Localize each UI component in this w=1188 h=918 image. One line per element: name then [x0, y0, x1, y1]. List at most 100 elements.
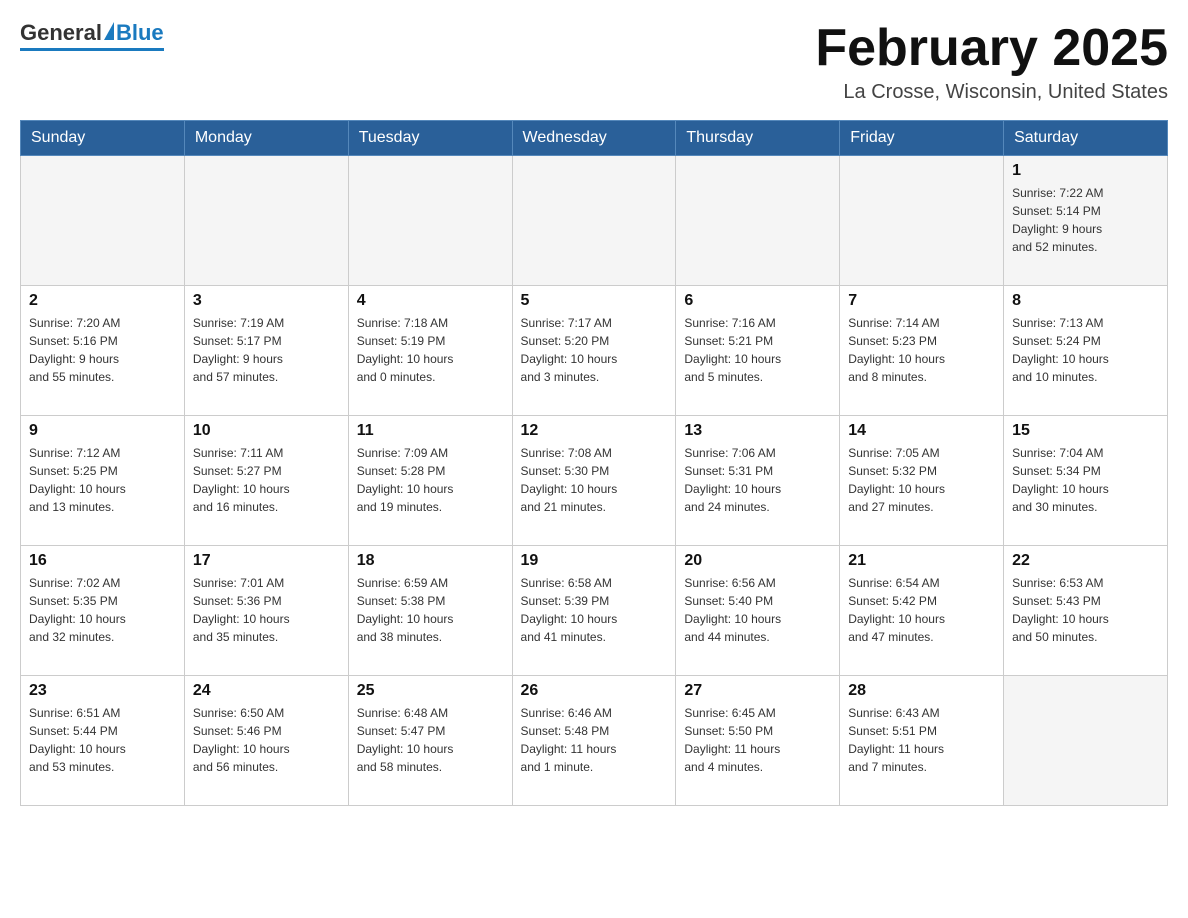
calendar-day-header: Monday	[184, 121, 348, 156]
calendar-cell: 25 Sunrise: 6:48 AM Sunset: 5:47 PM Dayli…	[348, 676, 512, 806]
calendar-cell	[512, 156, 676, 286]
day-number: 13	[684, 422, 831, 440]
day-info: Sunrise: 7:14 AM Sunset: 5:23 PM Dayligh…	[848, 314, 995, 386]
calendar-cell: 15 Sunrise: 7:04 AM Sunset: 5:34 PM Dayli…	[1004, 416, 1168, 546]
day-number: 6	[684, 292, 831, 310]
calendar-cell: 26Sunrise: 6:46 AM Sunset: 5:48 PM Dayli…	[512, 676, 676, 806]
day-info: Sunrise: 7:02 AM Sunset: 5:35 PM Dayligh…	[29, 574, 176, 646]
calendar-cell: 21 Sunrise: 6:54 AM Sunset: 5:42 PM Dayli…	[840, 546, 1004, 676]
day-number: 5	[521, 292, 668, 310]
calendar-cell: 17Sunrise: 7:01 AM Sunset: 5:36 PM Dayli…	[184, 546, 348, 676]
day-number: 18	[357, 552, 504, 570]
calendar-cell: 16 Sunrise: 7:02 AM Sunset: 5:35 PM Dayli…	[21, 546, 185, 676]
calendar-cell	[348, 156, 512, 286]
calendar-cell	[676, 156, 840, 286]
calendar-cell	[21, 156, 185, 286]
title-block: February 2025 La Crosse, Wisconsin, Unit…	[815, 20, 1168, 104]
calendar-day-header: Thursday	[676, 121, 840, 156]
day-number: 14	[848, 422, 995, 440]
calendar-cell: 9 Sunrise: 7:12 AM Sunset: 5:25 PM Daylig…	[21, 416, 185, 546]
calendar-cell: 7 Sunrise: 7:14 AM Sunset: 5:23 PM Daylig…	[840, 286, 1004, 416]
calendar-cell: 22 Sunrise: 6:53 AM Sunset: 5:43 PM Dayli…	[1004, 546, 1168, 676]
calendar-cell: 11 Sunrise: 7:09 AM Sunset: 5:28 PM Dayli…	[348, 416, 512, 546]
day-number: 28	[848, 682, 995, 700]
calendar-cell: 8Sunrise: 7:13 AM Sunset: 5:24 PM Daylig…	[1004, 286, 1168, 416]
calendar-table: SundayMondayTuesdayWednesdayThursdayFrid…	[20, 120, 1168, 806]
calendar-cell: 13 Sunrise: 7:06 AM Sunset: 5:31 PM Dayli…	[676, 416, 840, 546]
day-number: 16	[29, 552, 176, 570]
calendar-day-header: Tuesday	[348, 121, 512, 156]
page-header: General Blue February 2025 La Crosse, Wi…	[20, 20, 1168, 104]
day-number: 3	[193, 292, 340, 310]
day-number: 15	[1012, 422, 1159, 440]
logo-blue-text: Blue	[116, 20, 164, 46]
day-info: Sunrise: 7:12 AM Sunset: 5:25 PM Dayligh…	[29, 444, 176, 516]
day-info: Sunrise: 6:50 AM Sunset: 5:46 PM Dayligh…	[193, 704, 340, 776]
calendar-cell	[1004, 676, 1168, 806]
calendar-cell: 23 Sunrise: 6:51 AM Sunset: 5:44 PM Dayli…	[21, 676, 185, 806]
day-info: Sunrise: 7:17 AM Sunset: 5:20 PM Dayligh…	[521, 314, 668, 386]
day-number: 7	[848, 292, 995, 310]
calendar-cell: 14 Sunrise: 7:05 AM Sunset: 5:32 PM Dayli…	[840, 416, 1004, 546]
day-number: 12	[521, 422, 668, 440]
day-info: Sunrise: 7:20 AM Sunset: 5:16 PM Dayligh…	[29, 314, 176, 386]
calendar-cell: 10Sunrise: 7:11 AM Sunset: 5:27 PM Dayli…	[184, 416, 348, 546]
day-info: Sunrise: 6:51 AM Sunset: 5:44 PM Dayligh…	[29, 704, 176, 776]
day-info: Sunrise: 7:18 AM Sunset: 5:19 PM Dayligh…	[357, 314, 504, 386]
calendar-cell: 3 Sunrise: 7:19 AM Sunset: 5:17 PM Daylig…	[184, 286, 348, 416]
day-info: Sunrise: 7:04 AM Sunset: 5:34 PM Dayligh…	[1012, 444, 1159, 516]
day-number: 19	[521, 552, 668, 570]
calendar-week-row: 16 Sunrise: 7:02 AM Sunset: 5:35 PM Dayli…	[21, 546, 1168, 676]
calendar-week-row: 23 Sunrise: 6:51 AM Sunset: 5:44 PM Dayli…	[21, 676, 1168, 806]
calendar-cell: 18 Sunrise: 6:59 AM Sunset: 5:38 PM Dayli…	[348, 546, 512, 676]
day-number: 1	[1012, 162, 1159, 180]
day-info: Sunrise: 6:53 AM Sunset: 5:43 PM Dayligh…	[1012, 574, 1159, 646]
day-number: 22	[1012, 552, 1159, 570]
calendar-day-header: Saturday	[1004, 121, 1168, 156]
day-number: 26	[521, 682, 668, 700]
calendar-cell: 4 Sunrise: 7:18 AM Sunset: 5:19 PM Daylig…	[348, 286, 512, 416]
day-number: 11	[357, 422, 504, 440]
calendar-day-header: Friday	[840, 121, 1004, 156]
day-number: 23	[29, 682, 176, 700]
logo: General Blue	[20, 20, 164, 51]
logo-triangle-icon	[104, 22, 114, 40]
day-info: Sunrise: 6:48 AM Sunset: 5:47 PM Dayligh…	[357, 704, 504, 776]
day-info: Sunrise: 7:08 AM Sunset: 5:30 PM Dayligh…	[521, 444, 668, 516]
day-info: Sunrise: 7:09 AM Sunset: 5:28 PM Dayligh…	[357, 444, 504, 516]
day-info: Sunrise: 6:58 AM Sunset: 5:39 PM Dayligh…	[521, 574, 668, 646]
day-number: 24	[193, 682, 340, 700]
calendar-cell: 12 Sunrise: 7:08 AM Sunset: 5:30 PM Dayli…	[512, 416, 676, 546]
day-number: 8	[1012, 292, 1159, 310]
month-title: February 2025	[815, 20, 1168, 77]
calendar-cell: 6 Sunrise: 7:16 AM Sunset: 5:21 PM Daylig…	[676, 286, 840, 416]
day-info: Sunrise: 6:59 AM Sunset: 5:38 PM Dayligh…	[357, 574, 504, 646]
day-info: Sunrise: 6:43 AM Sunset: 5:51 PM Dayligh…	[848, 704, 995, 776]
day-info: Sunrise: 7:05 AM Sunset: 5:32 PM Dayligh…	[848, 444, 995, 516]
calendar-cell: 5 Sunrise: 7:17 AM Sunset: 5:20 PM Daylig…	[512, 286, 676, 416]
calendar-cell: 24 Sunrise: 6:50 AM Sunset: 5:46 PM Dayli…	[184, 676, 348, 806]
day-number: 27	[684, 682, 831, 700]
day-info: Sunrise: 7:19 AM Sunset: 5:17 PM Dayligh…	[193, 314, 340, 386]
logo-general-text: General	[20, 20, 102, 46]
day-number: 21	[848, 552, 995, 570]
calendar-cell: 2Sunrise: 7:20 AM Sunset: 5:16 PM Daylig…	[21, 286, 185, 416]
day-number: 10	[193, 422, 340, 440]
calendar-cell: 20 Sunrise: 6:56 AM Sunset: 5:40 PM Dayli…	[676, 546, 840, 676]
calendar-cell: 1Sunrise: 7:22 AM Sunset: 5:14 PM Daylig…	[1004, 156, 1168, 286]
day-info: Sunrise: 7:06 AM Sunset: 5:31 PM Dayligh…	[684, 444, 831, 516]
day-info: Sunrise: 6:54 AM Sunset: 5:42 PM Dayligh…	[848, 574, 995, 646]
calendar-cell	[840, 156, 1004, 286]
calendar-week-row: 9 Sunrise: 7:12 AM Sunset: 5:25 PM Daylig…	[21, 416, 1168, 546]
day-info: Sunrise: 6:56 AM Sunset: 5:40 PM Dayligh…	[684, 574, 831, 646]
calendar-header-row: SundayMondayTuesdayWednesdayThursdayFrid…	[21, 121, 1168, 156]
day-number: 9	[29, 422, 176, 440]
day-number: 25	[357, 682, 504, 700]
day-info: Sunrise: 6:45 AM Sunset: 5:50 PM Dayligh…	[684, 704, 831, 776]
calendar-week-row: 1Sunrise: 7:22 AM Sunset: 5:14 PM Daylig…	[21, 156, 1168, 286]
day-info: Sunrise: 7:16 AM Sunset: 5:21 PM Dayligh…	[684, 314, 831, 386]
day-number: 4	[357, 292, 504, 310]
calendar-cell: 19 Sunrise: 6:58 AM Sunset: 5:39 PM Dayli…	[512, 546, 676, 676]
day-number: 20	[684, 552, 831, 570]
calendar-week-row: 2Sunrise: 7:20 AM Sunset: 5:16 PM Daylig…	[21, 286, 1168, 416]
